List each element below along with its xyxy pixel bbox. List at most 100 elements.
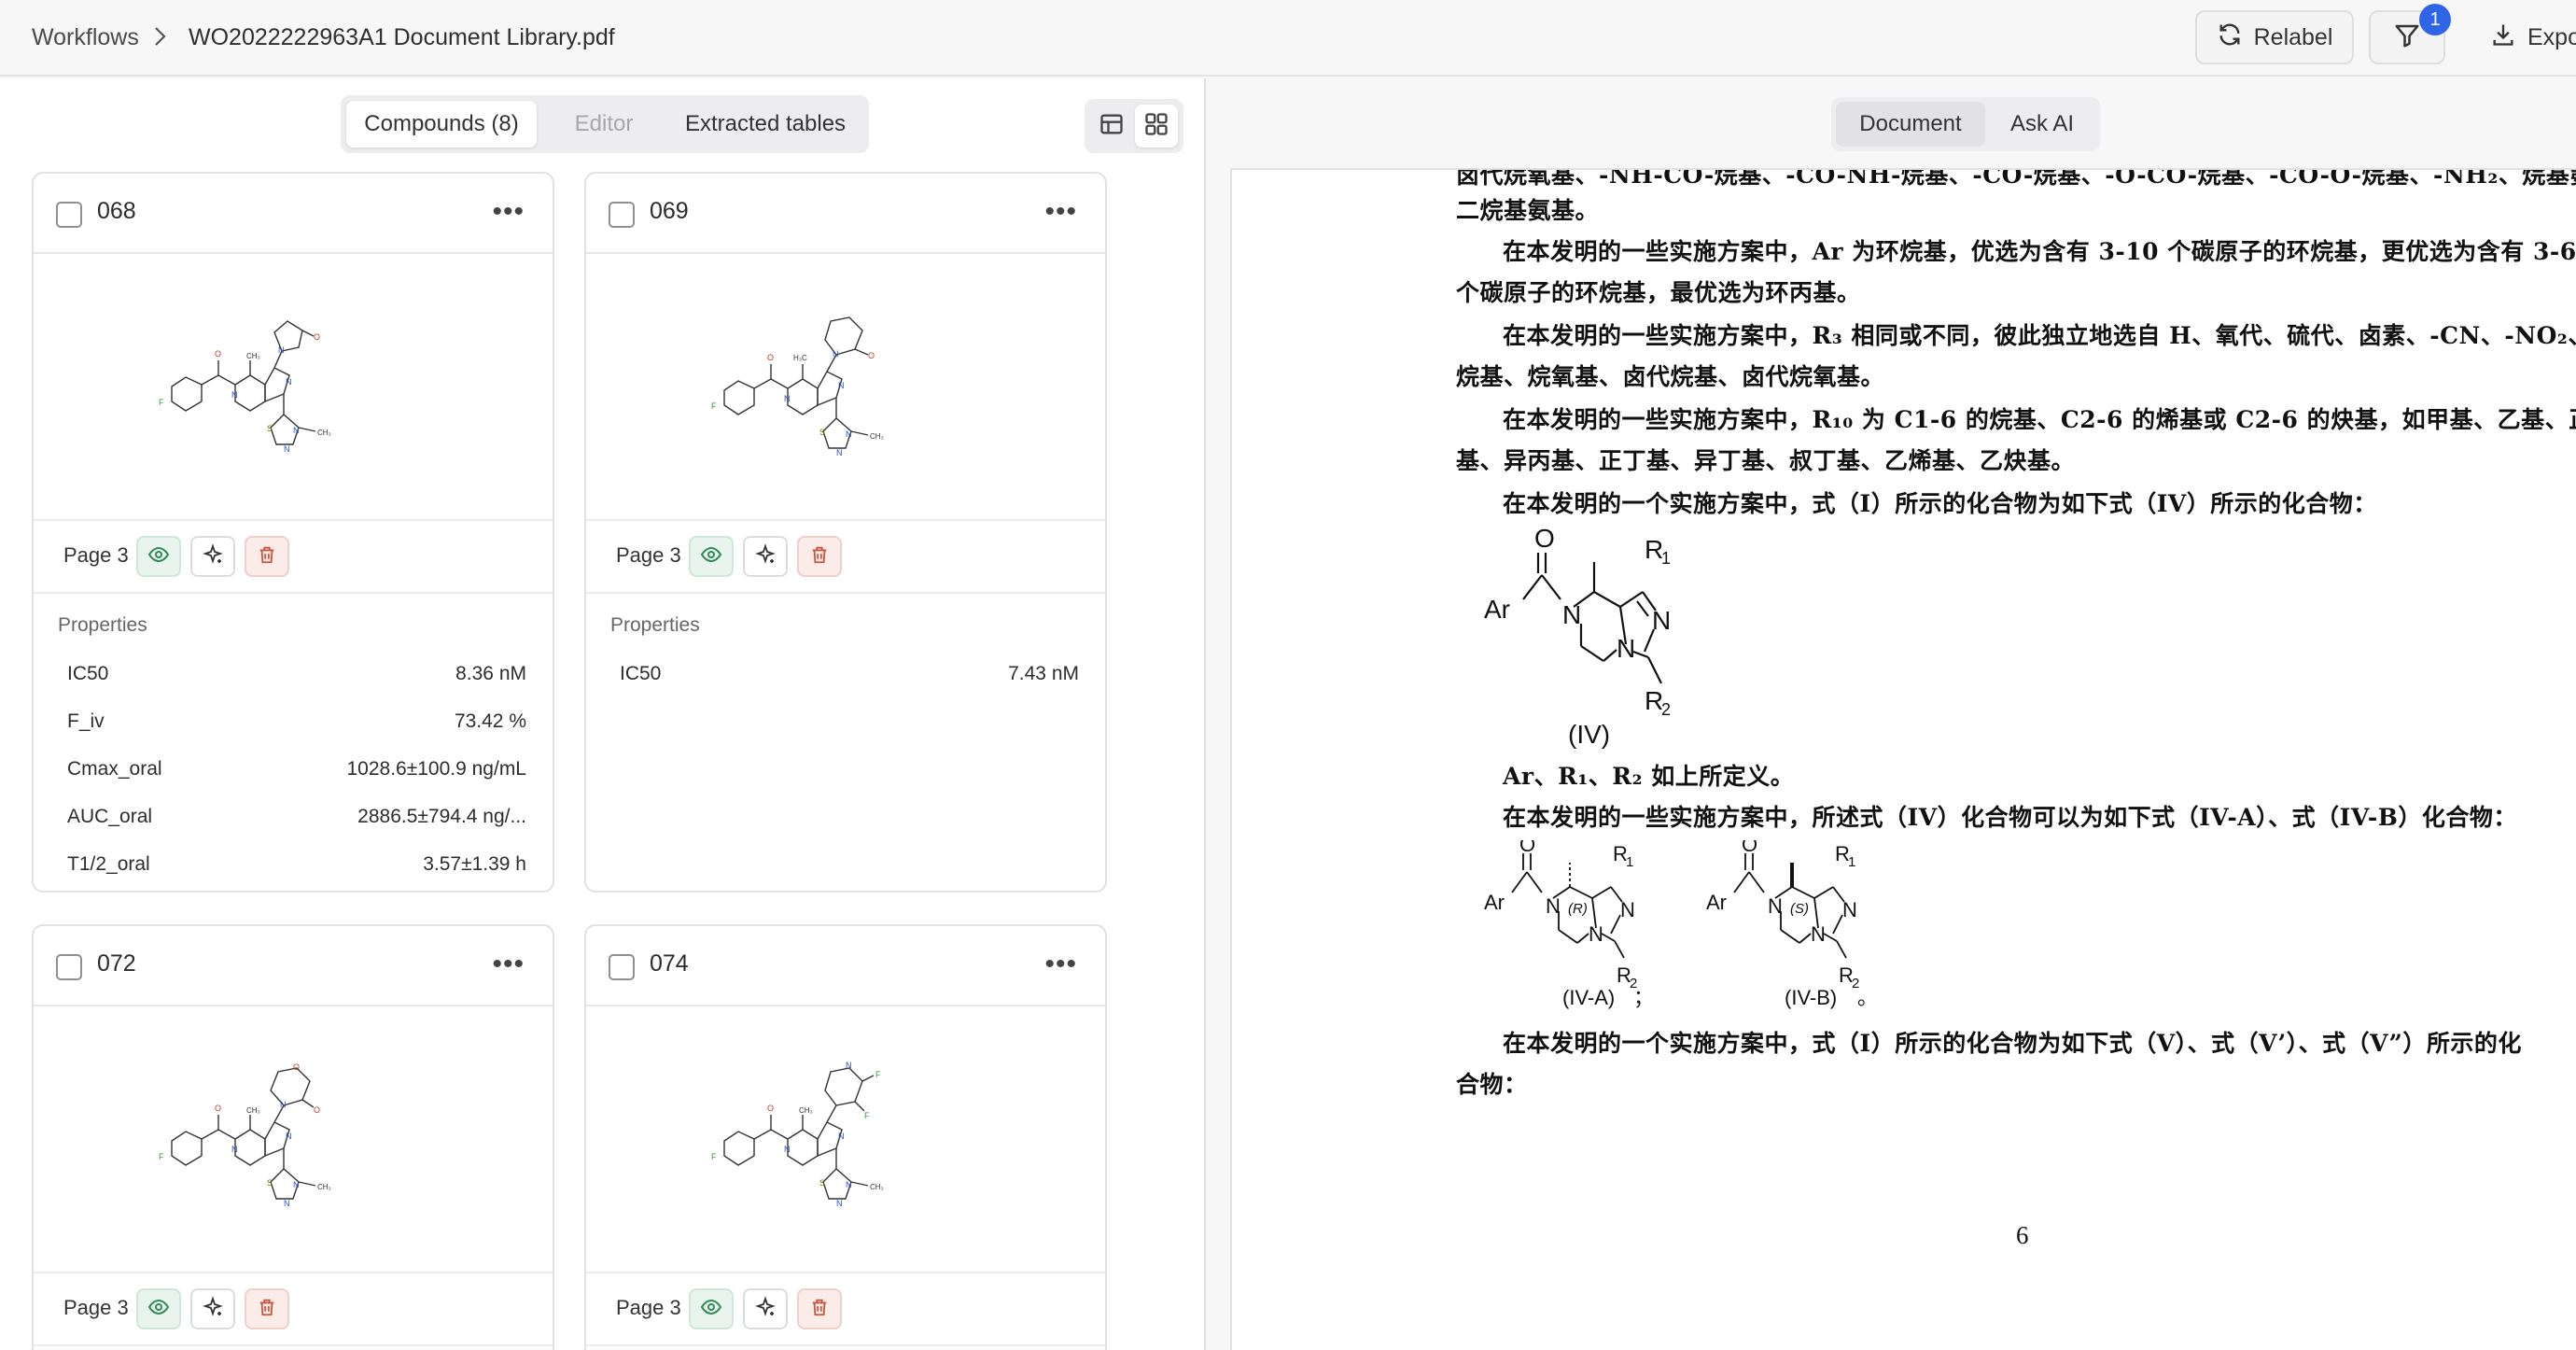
- more-options-icon[interactable]: •••: [1044, 198, 1077, 226]
- select-checkbox[interactable]: [609, 954, 635, 980]
- property-value: 1028.6±100.9 ng/mL: [346, 758, 526, 780]
- structure-image: OO NNNNN S F CH₃ CH₃: [34, 256, 553, 517]
- property-value: 73.42 %: [454, 710, 526, 732]
- view-mode-toggle: [1085, 99, 1183, 153]
- svg-text:CH₃: CH₃: [799, 1106, 813, 1115]
- delete-button[interactable]: [245, 1288, 289, 1329]
- ai-assist-button[interactable]: [743, 1288, 788, 1329]
- molecule-structure-072: O O O N N N N N S F CH₃ CH₃: [159, 1062, 331, 1208]
- delete-button[interactable]: [245, 536, 289, 577]
- tab-document[interactable]: Document: [1836, 102, 1985, 147]
- tab-compounds[interactable]: Compounds (8): [346, 101, 537, 148]
- relabel-label: Relabel: [2253, 23, 2333, 50]
- card-toolbar: Page 3: [34, 1272, 553, 1346]
- oxygen-label: O: [1742, 840, 1757, 856]
- view-button[interactable]: [689, 536, 734, 577]
- ai-assist-button[interactable]: [190, 1288, 235, 1329]
- svg-text:N: N: [286, 1132, 292, 1141]
- nitrogen-label: N: [1842, 898, 1857, 921]
- tab-editor[interactable]: Editor: [544, 101, 664, 148]
- page-reference: Page 3: [616, 1296, 681, 1319]
- select-checkbox[interactable]: [56, 954, 82, 980]
- refresh-icon: [2217, 21, 2243, 54]
- property-name: IC50: [620, 663, 662, 684]
- grid-view-button[interactable]: [1135, 105, 1178, 148]
- property-name: Cmax_oral: [67, 758, 162, 780]
- svg-text:CH₃: CH₃: [246, 352, 260, 360]
- molecule-structure-074: O N N N N N S F F F CH₃ CH₃: [711, 1061, 884, 1208]
- r1-subscript: 1: [1661, 549, 1671, 568]
- relabel-button[interactable]: Relabel: [2195, 10, 2354, 64]
- top-bar: Workflows WO2022222963A1 Document Librar…: [0, 0, 2576, 77]
- compound-card: 072 ••• OOO NNNNN S F CH₃ CH₃ Page 3: [32, 924, 554, 1350]
- svg-text:F: F: [864, 1111, 870, 1120]
- period-mark: 。: [1857, 986, 1878, 1009]
- svg-text:O: O: [293, 1062, 300, 1072]
- table-view-button[interactable]: [1090, 105, 1133, 148]
- doc-line: 在本发明的一个实施方案中，式（I）所示的化合物为如下式（V）、式（V’）、式（V…: [1503, 1030, 2522, 1057]
- trash-icon: [257, 543, 277, 570]
- nitrogen-label: N: [1768, 894, 1783, 918]
- compound-card: 068 ••• OO NNNNN S F CH₃ CH₃ Page 3 Prop…: [32, 172, 554, 893]
- tab-extracted-tables[interactable]: Extracted tables: [669, 101, 861, 148]
- delete-button[interactable]: [797, 1288, 842, 1329]
- svg-text:S: S: [267, 424, 273, 433]
- filter-icon: [2393, 21, 2421, 54]
- property-value: 8.36 nM: [455, 663, 526, 684]
- r-configuration: (R): [1568, 901, 1588, 917]
- svg-text:F: F: [711, 401, 717, 411]
- breadcrumb-workflows[interactable]: Workflows: [32, 21, 139, 54]
- svg-text:O: O: [767, 353, 774, 362]
- card-toolbar: Page 3: [586, 1272, 1105, 1346]
- page-number: 6: [2016, 1221, 2029, 1249]
- view-button[interactable]: [689, 1288, 734, 1329]
- svg-text:CH₃: CH₃: [870, 1183, 884, 1191]
- formula-iva-label: (IV-A): [1562, 986, 1615, 1009]
- svg-text:O: O: [215, 349, 221, 359]
- svg-text:O: O: [314, 1105, 320, 1115]
- ai-assist-button[interactable]: [743, 536, 788, 577]
- more-options-icon[interactable]: •••: [1044, 950, 1077, 978]
- card-header: 072 •••: [34, 926, 553, 1006]
- svg-text:O: O: [215, 1104, 221, 1113]
- trash-icon: [809, 1296, 830, 1323]
- svg-text:N: N: [280, 1100, 287, 1109]
- r2-subscript: 2: [1661, 700, 1671, 719]
- view-button[interactable]: [136, 1288, 181, 1329]
- eye-icon: [147, 543, 170, 570]
- doc-line: 在本发明的一些实施方案中，R₁₀ 为 C1-6 的烷基、C2-6 的烯基或 C2…: [1503, 406, 2576, 433]
- svg-text:CH₃: CH₃: [246, 1106, 260, 1115]
- document-tab-bar: Document Ask AI: [1831, 97, 2100, 151]
- breadcrumb-document: WO2022222963A1 Document Library.pdf: [189, 24, 615, 50]
- more-options-icon[interactable]: •••: [492, 198, 525, 226]
- svg-text:N: N: [838, 381, 845, 390]
- formula-iva-structure: O Ar N N N R R (IV-A) ； 1 2 (R): [1484, 840, 1654, 1009]
- svg-text:N: N: [838, 1132, 845, 1141]
- export-button[interactable]: Expo: [2490, 10, 2576, 64]
- svg-text:N: N: [293, 426, 300, 435]
- tab-ask-ai[interactable]: Ask AI: [1990, 102, 2094, 147]
- svg-text:F: F: [159, 1152, 164, 1161]
- trash-icon: [257, 1296, 277, 1323]
- select-checkbox[interactable]: [609, 202, 635, 228]
- sparkle-icon: [202, 542, 224, 570]
- delete-button[interactable]: [797, 536, 842, 577]
- doc-line: 合物：: [1456, 1071, 1528, 1098]
- page-reference: Page 3: [63, 1296, 129, 1319]
- select-checkbox[interactable]: [56, 202, 82, 228]
- more-options-icon[interactable]: •••: [492, 950, 525, 978]
- compound-id: 074: [650, 950, 689, 977]
- compound-card: 069 ••• OO NNNNN S F H₃C CH₃ Page 3 Prop…: [584, 172, 1107, 893]
- compound-id: 069: [650, 198, 689, 224]
- svg-text:N: N: [846, 429, 852, 439]
- r2-subscript: 2: [1630, 976, 1637, 991]
- doc-line: 卤代烷氧基、-NH-CO-烷基、-CO-NH-烷基、-CO-烷基、-O-CO-烷…: [1456, 168, 2576, 189]
- document-pane: Document Ask AI 卤代烷氧基、-NH-CO-烷基、-CO-NH-烷…: [1208, 78, 2576, 1350]
- structure-image: O O O N N N N N S F CH₃ CH₃: [34, 1008, 553, 1270]
- ai-assist-button[interactable]: [190, 536, 235, 577]
- oxygen-label: O: [1519, 840, 1535, 856]
- property-value: 3.57±1.39 h: [423, 853, 526, 875]
- svg-text:F: F: [711, 1152, 717, 1161]
- view-button[interactable]: [136, 536, 181, 577]
- svg-text:CH₃: CH₃: [317, 1183, 331, 1191]
